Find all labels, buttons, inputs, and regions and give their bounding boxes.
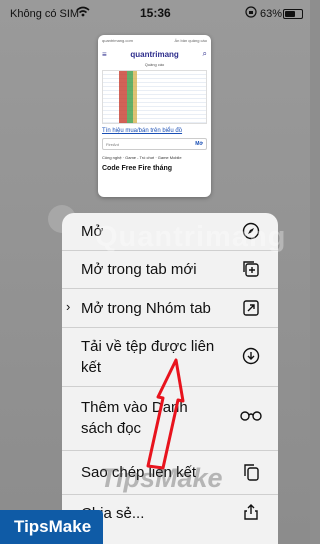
annotation-arrow [146, 358, 185, 470]
screen: Không có SIM 15:36 63% quantrimang.com Ẩ… [0, 0, 310, 544]
tipsmake-badge: TipsMake [0, 510, 103, 544]
